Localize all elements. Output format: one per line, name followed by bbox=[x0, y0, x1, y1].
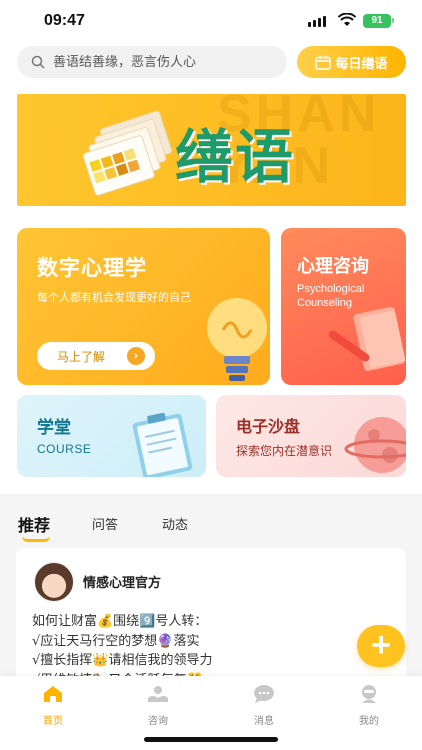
calendar-icon bbox=[315, 55, 332, 70]
tab-qa[interactable]: 问答 bbox=[92, 514, 118, 533]
battery-icon: 91 bbox=[363, 14, 391, 28]
counseling-card[interactable]: 心理咨询 Psychological Counseling bbox=[281, 228, 406, 385]
counseling-title: 心理咨询 bbox=[297, 256, 369, 277]
profile-icon bbox=[362, 685, 376, 703]
nav-profile-label: 我的 bbox=[359, 716, 379, 727]
add-post-button[interactable]: + bbox=[357, 625, 405, 667]
wifi-icon bbox=[338, 13, 356, 26]
status-time: 09:47 bbox=[44, 12, 85, 29]
feed-tabs: 推荐 问答 动态 bbox=[0, 494, 422, 544]
tab-recommend[interactable]: 推荐 bbox=[18, 512, 50, 536]
home-icon bbox=[44, 686, 62, 702]
banner-title: 缮语 bbox=[175, 123, 296, 191]
feed-post[interactable]: 情感心理官方 如何让财富💰围绕9️⃣号人转： √应让天马行空的梦想🔮落实 √擅长… bbox=[16, 548, 406, 688]
nav-home[interactable]: 首页 bbox=[23, 684, 83, 727]
sandbox-title: 电子沙盘 bbox=[236, 417, 301, 436]
clipboard-icon bbox=[132, 412, 193, 477]
search-bar[interactable] bbox=[17, 46, 287, 78]
nav-consult[interactable]: 咨询 bbox=[128, 684, 188, 727]
battery-cap bbox=[392, 18, 394, 23]
post-line: √应让天马行空的梦想🔮落实 bbox=[32, 633, 200, 649]
counseling-subtitle: Psychological Counseling bbox=[297, 283, 365, 309]
nav-messages-label: 消息 bbox=[254, 716, 274, 727]
learn-more-button[interactable]: 马上了解 › bbox=[37, 342, 155, 370]
lightbulb-icon bbox=[207, 298, 267, 381]
avatar[interactable] bbox=[34, 562, 74, 602]
post-author[interactable]: 情感心理官方 bbox=[83, 572, 161, 591]
post-line: 如何让财富💰围绕9️⃣号人转： bbox=[32, 614, 208, 629]
nav-consult-label: 咨询 bbox=[148, 716, 168, 727]
active-tab-indicator bbox=[22, 536, 50, 542]
post-line: √擅长指挥👑请相信我的领导力 bbox=[32, 653, 213, 668]
promo-banner[interactable]: SHAN YAN 缮语 bbox=[17, 94, 406, 206]
search-icon bbox=[31, 55, 45, 69]
home-indicator bbox=[144, 737, 278, 742]
color-swatch-cards-illustration bbox=[82, 110, 173, 196]
tab-moments[interactable]: 动态 bbox=[162, 514, 188, 533]
course-subtitle: COURSE bbox=[37, 442, 92, 456]
sandbox-card[interactable]: 电子沙盘 探索您内在潜意识 bbox=[216, 395, 406, 477]
course-card[interactable]: 学堂 COURSE bbox=[17, 395, 206, 477]
digital-psychology-subtitle: 每个人都有机会发现更好的自己 bbox=[37, 291, 191, 304]
daily-quote-label: 每日缮语 bbox=[335, 56, 388, 72]
digital-psychology-title: 数字心理学 bbox=[37, 256, 147, 280]
message-icon bbox=[254, 685, 274, 703]
search-input[interactable] bbox=[53, 54, 273, 70]
nav-profile[interactable]: 我的 bbox=[339, 684, 399, 727]
course-title: 学堂 bbox=[37, 418, 71, 438]
cellular-signal-icon bbox=[308, 16, 326, 27]
nav-messages[interactable]: 消息 bbox=[234, 684, 294, 727]
status-bar: 09:47 91 bbox=[0, 0, 422, 44]
planet-icon bbox=[344, 417, 406, 473]
digital-psychology-card[interactable]: 数字心理学 每个人都有机会发现更好的自己 马上了解 › bbox=[17, 228, 270, 385]
sandbox-subtitle: 探索您内在潜意识 bbox=[236, 444, 333, 458]
daily-quote-button[interactable]: 每日缮语 bbox=[297, 46, 406, 78]
notebook-pen-icon bbox=[328, 306, 406, 371]
chevron-right-icon: › bbox=[127, 347, 145, 365]
consult-icon bbox=[148, 686, 168, 702]
learn-more-label: 马上了解 bbox=[57, 349, 106, 364]
nav-home-label: 首页 bbox=[43, 716, 63, 727]
